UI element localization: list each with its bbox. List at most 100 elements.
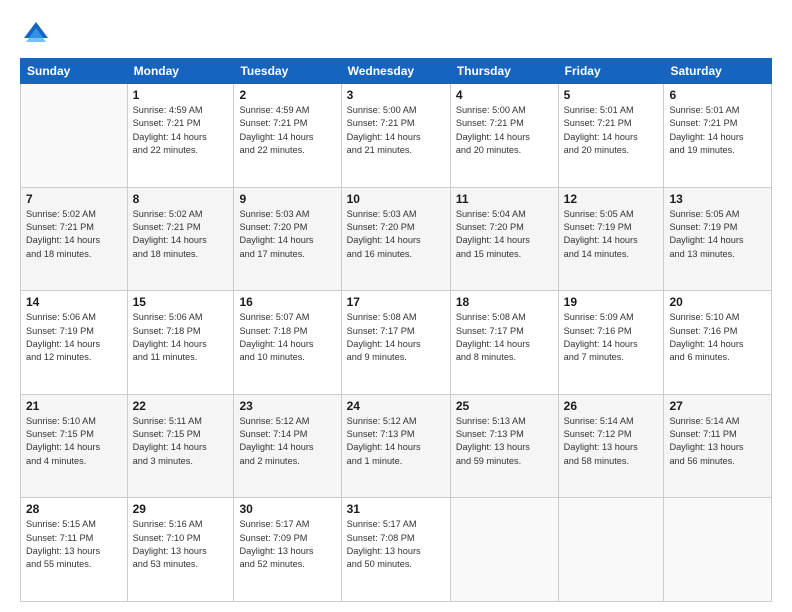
calendar-cell: 3Sunrise: 5:00 AMSunset: 7:21 PMDaylight… — [341, 84, 450, 188]
calendar-cell: 26 Sunrise: 5:14 AMSunset: 7:12 PMDayligh… — [558, 394, 664, 498]
calendar-cell: 20 Sunrise: 5:10 AMSunset: 7:16 PMDayligh… — [664, 291, 772, 395]
calendar-header-saturday: Saturday — [664, 59, 772, 84]
day-number: 18 — [456, 295, 553, 309]
calendar-cell: 6 Sunrise: 5:01 AMSunset: 7:21 PMDaylight… — [664, 84, 772, 188]
calendar-week-4: 21 Sunrise: 5:10 AMSunset: 7:15 PMDayligh… — [21, 394, 772, 498]
day-number: 2 — [239, 88, 335, 102]
calendar-cell: 13Sunrise: 5:05 AMSunset: 7:19 PMDayligh… — [664, 187, 772, 291]
calendar-cell: 11 Sunrise: 5:04 AMSunset: 7:20 PMDayligh… — [450, 187, 558, 291]
day-info: Sunrise: 5:05 AMSunset: 7:19 PMDaylight:… — [669, 208, 766, 261]
day-info: Sunrise: 4:59 AMSunset: 7:21 PMDaylight:… — [239, 104, 335, 157]
calendar-header-tuesday: Tuesday — [234, 59, 341, 84]
day-info: Sunrise: 5:01 AMSunset: 7:21 PMDaylight:… — [564, 104, 659, 157]
day-number: 5 — [564, 88, 659, 102]
calendar-cell: 9Sunrise: 5:03 AMSunset: 7:20 PMDaylight… — [234, 187, 341, 291]
calendar-week-1: 1 Sunrise: 4:59 AMSunset: 7:21 PMDaylight… — [21, 84, 772, 188]
day-info: Sunrise: 5:02 AMSunset: 7:21 PMDaylight:… — [26, 208, 122, 261]
day-number: 19 — [564, 295, 659, 309]
day-info: Sunrise: 4:59 AMSunset: 7:21 PMDaylight:… — [133, 104, 229, 157]
day-number: 31 — [347, 502, 445, 516]
calendar-cell: 25Sunrise: 5:13 AMSunset: 7:13 PMDayligh… — [450, 394, 558, 498]
day-info: Sunrise: 5:14 AMSunset: 7:12 PMDaylight:… — [564, 415, 659, 468]
calendar-cell: 16 Sunrise: 5:07 AMSunset: 7:18 PMDayligh… — [234, 291, 341, 395]
calendar-cell: 31 Sunrise: 5:17 AMSunset: 7:08 PMDayligh… — [341, 498, 450, 602]
calendar-cell: 27 Sunrise: 5:14 AMSunset: 7:11 PMDayligh… — [664, 394, 772, 498]
day-info: Sunrise: 5:11 AMSunset: 7:15 PMDaylight:… — [133, 415, 229, 468]
day-info: Sunrise: 5:17 AMSunset: 7:08 PMDaylight:… — [347, 518, 445, 571]
day-number: 27 — [669, 399, 766, 413]
calendar-cell: 2 Sunrise: 4:59 AMSunset: 7:21 PMDaylight… — [234, 84, 341, 188]
page: SundayMondayTuesdayWednesdayThursdayFrid… — [0, 0, 792, 612]
calendar-cell: 30 Sunrise: 5:17 AMSunset: 7:09 PMDayligh… — [234, 498, 341, 602]
day-number: 26 — [564, 399, 659, 413]
day-info: Sunrise: 5:08 AMSunset: 7:17 PMDaylight:… — [456, 311, 553, 364]
calendar-cell — [558, 498, 664, 602]
day-info: Sunrise: 5:17 AMSunset: 7:09 PMDaylight:… — [239, 518, 335, 571]
calendar-header-friday: Friday — [558, 59, 664, 84]
day-number: 8 — [133, 192, 229, 206]
day-number: 11 — [456, 192, 553, 206]
calendar-cell — [450, 498, 558, 602]
calendar-cell: 22 Sunrise: 5:11 AMSunset: 7:15 PMDayligh… — [127, 394, 234, 498]
day-number: 16 — [239, 295, 335, 309]
calendar-header-sunday: Sunday — [21, 59, 128, 84]
calendar-week-5: 28 Sunrise: 5:15 AMSunset: 7:11 PMDayligh… — [21, 498, 772, 602]
calendar-cell: 19 Sunrise: 5:09 AMSunset: 7:16 PMDayligh… — [558, 291, 664, 395]
calendar-cell: 15 Sunrise: 5:06 AMSunset: 7:18 PMDayligh… — [127, 291, 234, 395]
day-info: Sunrise: 5:02 AMSunset: 7:21 PMDaylight:… — [133, 208, 229, 261]
logo — [20, 18, 58, 50]
calendar-table: SundayMondayTuesdayWednesdayThursdayFrid… — [20, 58, 772, 602]
calendar-week-2: 7 Sunrise: 5:02 AMSunset: 7:21 PMDaylight… — [21, 187, 772, 291]
day-number: 12 — [564, 192, 659, 206]
day-info: Sunrise: 5:00 AMSunset: 7:21 PMDaylight:… — [456, 104, 553, 157]
day-info: Sunrise: 5:14 AMSunset: 7:11 PMDaylight:… — [669, 415, 766, 468]
day-number: 29 — [133, 502, 229, 516]
calendar-cell: 21 Sunrise: 5:10 AMSunset: 7:15 PMDayligh… — [21, 394, 128, 498]
day-info: Sunrise: 5:10 AMSunset: 7:15 PMDaylight:… — [26, 415, 122, 468]
day-number: 1 — [133, 88, 229, 102]
day-number: 22 — [133, 399, 229, 413]
day-info: Sunrise: 5:05 AMSunset: 7:19 PMDaylight:… — [564, 208, 659, 261]
calendar-cell: 10 Sunrise: 5:03 AMSunset: 7:20 PMDayligh… — [341, 187, 450, 291]
day-info: Sunrise: 5:16 AMSunset: 7:10 PMDaylight:… — [133, 518, 229, 571]
day-number: 9 — [239, 192, 335, 206]
day-info: Sunrise: 5:09 AMSunset: 7:16 PMDaylight:… — [564, 311, 659, 364]
calendar-cell: 5 Sunrise: 5:01 AMSunset: 7:21 PMDaylight… — [558, 84, 664, 188]
day-number: 6 — [669, 88, 766, 102]
day-number: 30 — [239, 502, 335, 516]
day-info: Sunrise: 5:13 AMSunset: 7:13 PMDaylight:… — [456, 415, 553, 468]
day-info: Sunrise: 5:08 AMSunset: 7:17 PMDaylight:… — [347, 311, 445, 364]
day-info: Sunrise: 5:07 AMSunset: 7:18 PMDaylight:… — [239, 311, 335, 364]
calendar-cell: 12 Sunrise: 5:05 AMSunset: 7:19 PMDayligh… — [558, 187, 664, 291]
day-number: 7 — [26, 192, 122, 206]
day-number: 10 — [347, 192, 445, 206]
header — [20, 18, 772, 50]
calendar-cell: 7 Sunrise: 5:02 AMSunset: 7:21 PMDaylight… — [21, 187, 128, 291]
day-info: Sunrise: 5:10 AMSunset: 7:16 PMDaylight:… — [669, 311, 766, 364]
day-info: Sunrise: 5:03 AMSunset: 7:20 PMDaylight:… — [347, 208, 445, 261]
calendar-cell: 4 Sunrise: 5:00 AMSunset: 7:21 PMDaylight… — [450, 84, 558, 188]
day-info: Sunrise: 5:01 AMSunset: 7:21 PMDaylight:… — [669, 104, 766, 157]
calendar-cell: 8 Sunrise: 5:02 AMSunset: 7:21 PMDaylight… — [127, 187, 234, 291]
calendar-cell: 28 Sunrise: 5:15 AMSunset: 7:11 PMDayligh… — [21, 498, 128, 602]
calendar-cell: 24 Sunrise: 5:12 AMSunset: 7:13 PMDayligh… — [341, 394, 450, 498]
day-info: Sunrise: 5:06 AMSunset: 7:19 PMDaylight:… — [26, 311, 122, 364]
calendar-cell: 14 Sunrise: 5:06 AMSunset: 7:19 PMDayligh… — [21, 291, 128, 395]
day-number: 24 — [347, 399, 445, 413]
calendar-cell: 23Sunrise: 5:12 AMSunset: 7:14 PMDayligh… — [234, 394, 341, 498]
day-number: 14 — [26, 295, 122, 309]
day-number: 21 — [26, 399, 122, 413]
calendar-cell: 17Sunrise: 5:08 AMSunset: 7:17 PMDayligh… — [341, 291, 450, 395]
day-info: Sunrise: 5:04 AMSunset: 7:20 PMDaylight:… — [456, 208, 553, 261]
day-number: 20 — [669, 295, 766, 309]
calendar-cell: 29 Sunrise: 5:16 AMSunset: 7:10 PMDayligh… — [127, 498, 234, 602]
day-number: 28 — [26, 502, 122, 516]
day-info: Sunrise: 5:06 AMSunset: 7:18 PMDaylight:… — [133, 311, 229, 364]
day-number: 23 — [239, 399, 335, 413]
day-number: 4 — [456, 88, 553, 102]
day-info: Sunrise: 5:15 AMSunset: 7:11 PMDaylight:… — [26, 518, 122, 571]
day-info: Sunrise: 5:12 AMSunset: 7:13 PMDaylight:… — [347, 415, 445, 468]
calendar-cell: 1 Sunrise: 4:59 AMSunset: 7:21 PMDaylight… — [127, 84, 234, 188]
calendar-cell: 18 Sunrise: 5:08 AMSunset: 7:17 PMDayligh… — [450, 291, 558, 395]
day-number: 15 — [133, 295, 229, 309]
